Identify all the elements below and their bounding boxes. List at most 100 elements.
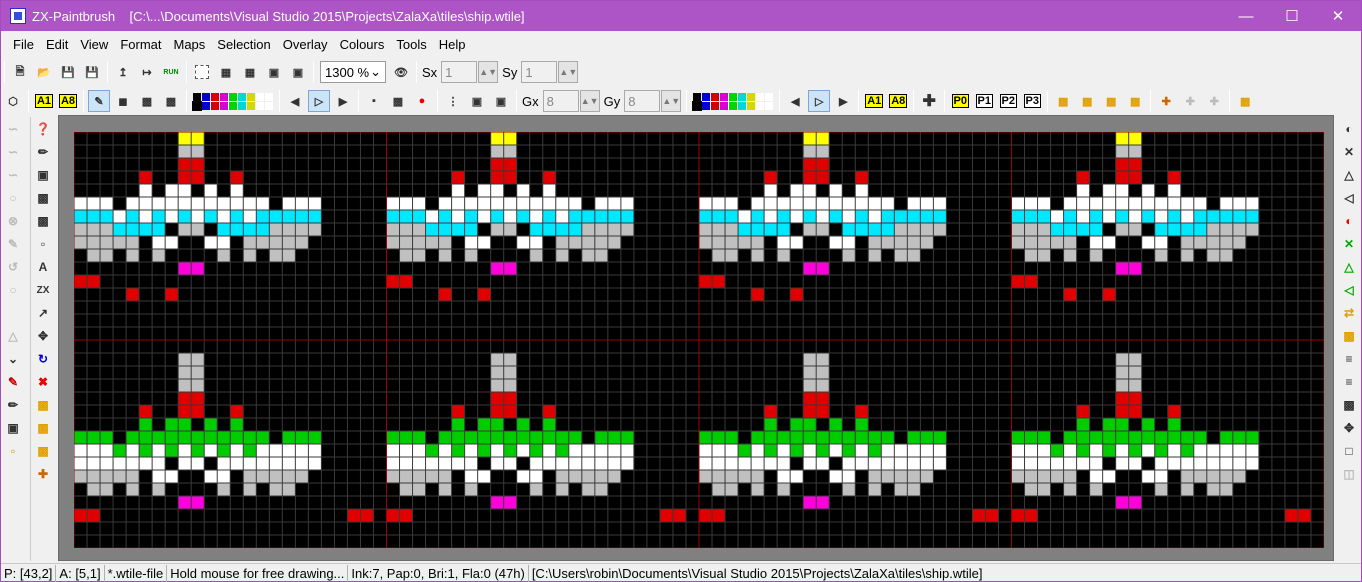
palette-swatch[interactable] <box>211 101 219 110</box>
pixel[interactable] <box>464 470 478 483</box>
list-icon[interactable]: ≡ <box>1338 371 1360 393</box>
pixel[interactable] <box>152 457 166 470</box>
pixel[interactable] <box>620 457 634 470</box>
pixel[interactable] <box>516 470 530 483</box>
pixel[interactable] <box>1206 483 1220 496</box>
add-dim-icon[interactable]: ✚ <box>1179 90 1201 112</box>
pixel[interactable] <box>1050 470 1064 483</box>
grid-select-icon[interactable]: ▣ <box>466 90 488 112</box>
palette-swatch[interactable] <box>765 92 774 101</box>
pixel-canvas[interactable] <box>73 131 1325 549</box>
pixel[interactable] <box>751 249 765 262</box>
pixel[interactable] <box>764 457 778 470</box>
pixel[interactable] <box>699 509 713 522</box>
pixel[interactable] <box>803 431 817 444</box>
palette-swatch[interactable] <box>220 101 228 110</box>
pixel[interactable] <box>1063 288 1077 301</box>
pixel[interactable] <box>217 470 231 483</box>
pixel[interactable] <box>217 444 231 457</box>
pixel[interactable] <box>1154 223 1168 236</box>
pixel[interactable] <box>1011 509 1025 522</box>
pixel[interactable] <box>139 210 153 223</box>
close-icon[interactable]: ✕ <box>1315 1 1361 31</box>
pixel[interactable] <box>152 483 166 496</box>
pixel[interactable] <box>243 457 257 470</box>
palette-swatch[interactable] <box>247 101 255 110</box>
pixel[interactable] <box>256 470 270 483</box>
pixel[interactable] <box>100 236 114 249</box>
pixel[interactable] <box>490 457 504 470</box>
pixel[interactable] <box>295 223 309 236</box>
pixel[interactable] <box>842 249 856 262</box>
pixel[interactable] <box>217 249 231 262</box>
pixel[interactable] <box>816 145 830 158</box>
pixel[interactable] <box>1297 509 1311 522</box>
pixel[interactable] <box>1219 197 1233 210</box>
pixel[interactable] <box>1180 470 1194 483</box>
pixel[interactable] <box>790 236 804 249</box>
pixel[interactable] <box>529 470 543 483</box>
pixel[interactable] <box>178 366 192 379</box>
pixel[interactable] <box>529 249 543 262</box>
pixel[interactable] <box>607 470 621 483</box>
eraser-icon[interactable]: ▫ <box>2 440 24 462</box>
pixel[interactable] <box>712 275 726 288</box>
pixel[interactable] <box>907 210 921 223</box>
pixel[interactable] <box>751 444 765 457</box>
pixel[interactable] <box>725 470 739 483</box>
pixel[interactable] <box>256 457 270 470</box>
pixel[interactable] <box>1128 431 1142 444</box>
open-folder-icon[interactable]: 📂 <box>33 61 55 83</box>
pixel[interactable] <box>165 431 179 444</box>
pixel[interactable] <box>126 288 140 301</box>
pixel[interactable] <box>1063 431 1077 444</box>
pixel[interactable] <box>816 366 830 379</box>
pixel[interactable] <box>542 171 556 184</box>
pixel[interactable] <box>568 210 582 223</box>
attr2-a1-button[interactable]: A1 <box>863 90 885 112</box>
pixel[interactable] <box>1193 470 1207 483</box>
pixel[interactable] <box>816 457 830 470</box>
help-cursor-icon[interactable]: ❓ <box>32 118 54 140</box>
pixel[interactable] <box>816 132 830 145</box>
pixel[interactable] <box>451 457 465 470</box>
pixel[interactable] <box>399 431 413 444</box>
pixel[interactable] <box>803 444 817 457</box>
pixel[interactable] <box>490 379 504 392</box>
pixel[interactable] <box>881 210 895 223</box>
pixel[interactable] <box>816 171 830 184</box>
pixel[interactable] <box>868 210 882 223</box>
pixel[interactable] <box>178 405 192 418</box>
pixel[interactable] <box>868 223 882 236</box>
pixel[interactable] <box>777 470 791 483</box>
pixel[interactable] <box>451 210 465 223</box>
pixel[interactable] <box>1037 236 1051 249</box>
pixel[interactable] <box>1180 431 1194 444</box>
palette-swatch[interactable] <box>729 92 738 101</box>
pixel[interactable] <box>516 236 530 249</box>
pixel[interactable] <box>490 431 504 444</box>
pixel[interactable] <box>868 444 882 457</box>
pixel[interactable] <box>1037 444 1051 457</box>
menu-help[interactable]: Help <box>433 37 472 52</box>
pixel[interactable] <box>490 132 504 145</box>
pixel[interactable] <box>204 444 218 457</box>
pixel[interactable] <box>191 366 205 379</box>
pixel[interactable] <box>1206 470 1220 483</box>
pixel[interactable] <box>74 431 88 444</box>
pixel[interactable] <box>1011 470 1025 483</box>
pixel[interactable] <box>178 353 192 366</box>
pixel[interactable] <box>1193 223 1207 236</box>
pixel[interactable] <box>829 444 843 457</box>
pixel[interactable] <box>1050 223 1064 236</box>
pixel[interactable] <box>725 483 739 496</box>
pixel[interactable] <box>712 444 726 457</box>
pixel[interactable] <box>777 431 791 444</box>
pixel[interactable] <box>1115 496 1129 509</box>
pixel[interactable] <box>191 197 205 210</box>
pixel[interactable] <box>594 470 608 483</box>
pixel[interactable] <box>581 223 595 236</box>
pixel[interactable] <box>855 418 869 431</box>
pixel[interactable] <box>256 223 270 236</box>
pixel[interactable] <box>347 509 361 522</box>
